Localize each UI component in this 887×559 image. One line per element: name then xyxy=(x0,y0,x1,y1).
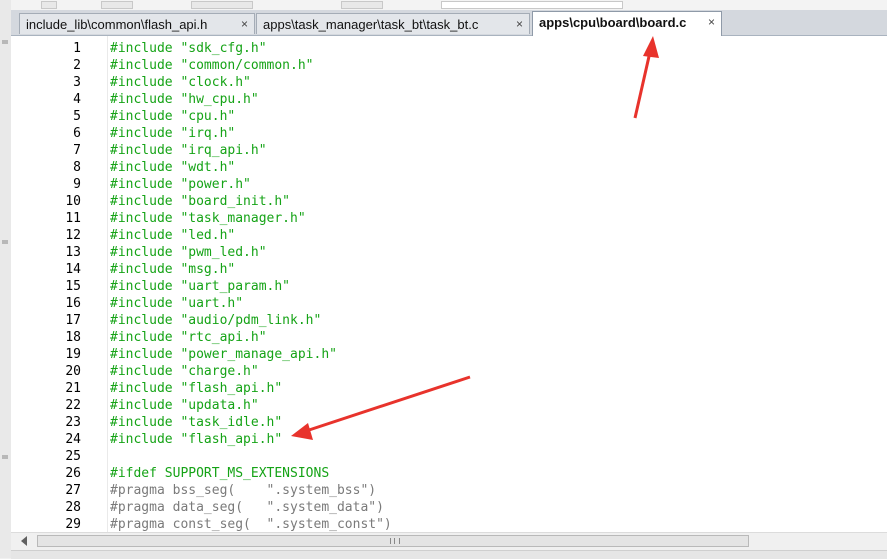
line-number: 11 xyxy=(65,211,81,226)
toolbar-button[interactable] xyxy=(41,1,57,9)
toolbar-button[interactable] xyxy=(341,1,383,9)
code-line[interactable]: #include "wdt.h" xyxy=(110,159,392,176)
code-line[interactable]: #include "task_manager.h" xyxy=(110,210,392,227)
line-number: 8 xyxy=(73,160,81,175)
tab-label: apps\cpu\board\board.c xyxy=(539,15,687,30)
code-line[interactable]: #include "power.h" xyxy=(110,176,392,193)
toolbar-button[interactable] xyxy=(101,1,133,9)
line-number: 9 xyxy=(73,177,81,192)
code-area[interactable]: #include "sdk_cfg.h" #include "common/com… xyxy=(110,40,392,532)
code-line[interactable]: #include "cpu.h" xyxy=(110,108,392,125)
line-number: 29 xyxy=(65,517,81,532)
tab-flash-api-h[interactable]: include_lib\common\flash_api.h × xyxy=(19,13,255,34)
toolbar-search-field[interactable] xyxy=(441,1,623,9)
dock-handle-icon xyxy=(2,240,8,244)
code-line[interactable]: #include "sdk_cfg.h" xyxy=(110,40,392,57)
close-icon[interactable]: × xyxy=(241,14,248,35)
horizontal-scrollbar[interactable] xyxy=(11,532,887,550)
code-line[interactable]: #include "charge.h" xyxy=(110,363,392,380)
line-number: 25 xyxy=(65,449,81,464)
line-number: 15 xyxy=(65,279,81,294)
code-line[interactable]: #include "led.h" xyxy=(110,227,392,244)
toolbar-button[interactable] xyxy=(191,1,253,9)
code-editor[interactable]: 1 2 3 4 5 6 7 8 9 10 11 12 13 14 15 16 17 18 19 20 21 22 23 24 2… xyxy=(11,36,887,532)
code-line[interactable]: #include "common/common.h" xyxy=(110,57,392,74)
code-line[interactable]: #include "irq_api.h" xyxy=(110,142,392,159)
code-line[interactable]: #include "clock.h" xyxy=(110,74,392,91)
code-line[interactable]: #include "flash_api.h" xyxy=(110,380,392,397)
line-number: 21 xyxy=(65,381,81,396)
code-line[interactable]: #include "msg.h" xyxy=(110,261,392,278)
tab-label: apps\task_manager\task_bt\task_bt.c xyxy=(263,17,479,32)
close-icon[interactable]: × xyxy=(708,12,715,33)
tab-task-bt-c[interactable]: apps\task_manager\task_bt\task_bt.c × xyxy=(256,13,530,34)
code-line[interactable]: #include "board_init.h" xyxy=(110,193,392,210)
line-number: 1 xyxy=(73,41,81,56)
line-number: 7 xyxy=(73,143,81,158)
code-line[interactable]: #ifdef SUPPORT_MS_EXTENSIONS xyxy=(110,465,392,482)
line-number: 10 xyxy=(65,194,81,209)
code-line[interactable]: #include "uart.h" xyxy=(110,295,392,312)
code-line[interactable]: #pragma bss_seg( ".system_bss") xyxy=(110,482,392,499)
line-number: 19 xyxy=(65,347,81,362)
line-number: 22 xyxy=(65,398,81,413)
dock-handle-icon xyxy=(2,455,8,459)
code-line[interactable]: #include "updata.h" xyxy=(110,397,392,414)
line-number: 20 xyxy=(65,364,81,379)
tab-label: include_lib\common\flash_api.h xyxy=(26,17,208,32)
line-number: 28 xyxy=(65,500,81,515)
code-line[interactable]: #include "rtc_api.h" xyxy=(110,329,392,346)
close-icon[interactable]: × xyxy=(516,14,523,35)
line-number-gutter: 1 2 3 4 5 6 7 8 9 10 11 12 13 14 15 16 17 18 19 20 21 22 23 24 2… xyxy=(19,40,81,532)
code-line[interactable]: #pragma const_seg( ".system_const") xyxy=(110,516,392,532)
line-number: 6 xyxy=(73,126,81,141)
code-line[interactable]: #include "irq.h" xyxy=(110,125,392,142)
tab-bar: include_lib\common\flash_api.h × apps\ta… xyxy=(11,10,887,36)
grip-icon xyxy=(390,538,400,544)
line-number: 23 xyxy=(65,415,81,430)
line-number: 12 xyxy=(65,228,81,243)
line-number: 13 xyxy=(65,245,81,260)
code-line[interactable]: #include "hw_cpu.h" xyxy=(110,91,392,108)
code-line[interactable]: #include "pwm_led.h" xyxy=(110,244,392,261)
fold-margin xyxy=(107,36,108,532)
code-line[interactable]: #include "task_idle.h" xyxy=(110,414,392,431)
code-line[interactable]: #pragma data_seg( ".system_data") xyxy=(110,499,392,516)
dock-handle-icon xyxy=(2,40,8,44)
line-number: 14 xyxy=(65,262,81,277)
arrow-left-icon[interactable] xyxy=(21,536,27,546)
code-line[interactable] xyxy=(110,448,392,465)
code-line[interactable]: #include "flash_api.h" xyxy=(110,431,392,448)
line-number: 17 xyxy=(65,313,81,328)
code-line[interactable]: #include "uart_param.h" xyxy=(110,278,392,295)
tab-board-c[interactable]: apps\cpu\board\board.c × xyxy=(532,11,722,36)
line-number: 24 xyxy=(65,432,81,447)
code-line[interactable]: #include "audio/pdm_link.h" xyxy=(110,312,392,329)
line-number: 26 xyxy=(65,466,81,481)
code-line[interactable]: #include "power_manage_api.h" xyxy=(110,346,392,363)
line-number: 5 xyxy=(73,109,81,124)
line-number: 27 xyxy=(65,483,81,498)
line-number: 3 xyxy=(73,75,81,90)
line-number: 16 xyxy=(65,296,81,311)
line-number: 2 xyxy=(73,58,81,73)
line-number: 18 xyxy=(65,330,81,345)
scrollbar-thumb[interactable] xyxy=(37,535,749,547)
line-number: 4 xyxy=(73,92,81,107)
